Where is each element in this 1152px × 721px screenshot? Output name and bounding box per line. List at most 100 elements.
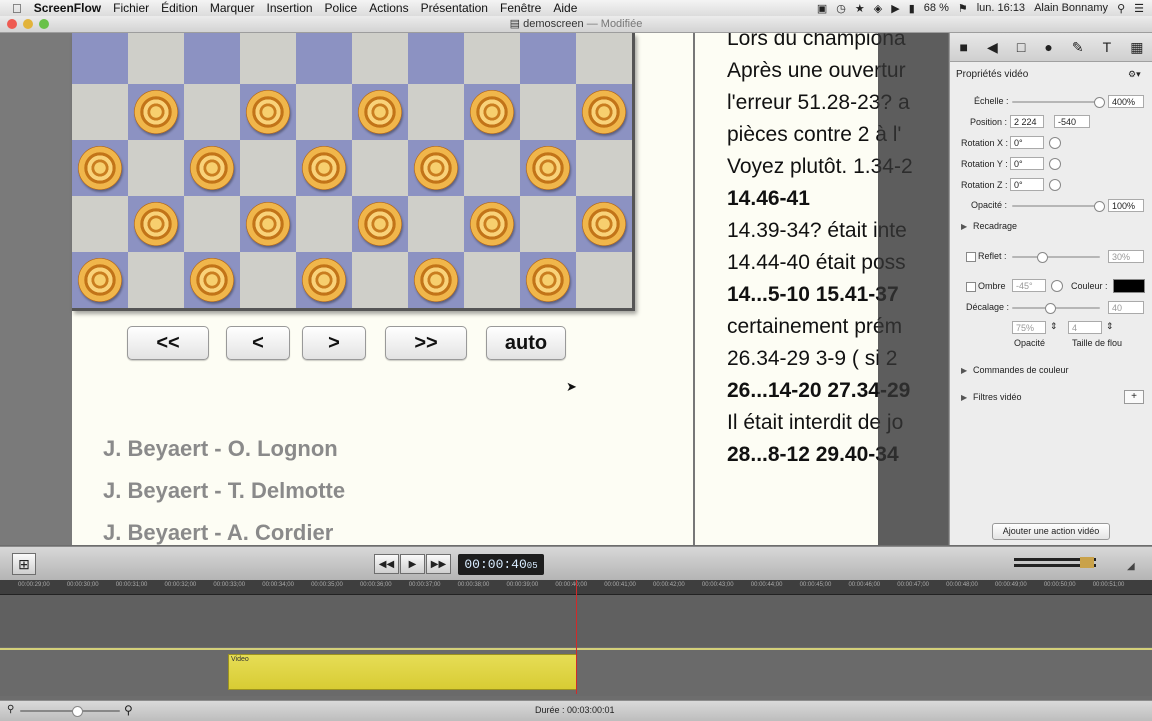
draughts-board[interactable] <box>72 33 635 311</box>
game-link-3[interactable]: J. Beyaert - A. Cordier <box>103 520 333 545</box>
screen-tab-icon[interactable]: □ <box>1017 39 1025 55</box>
board-square[interactable] <box>464 33 520 84</box>
board-square[interactable] <box>128 252 184 308</box>
bluetooth-icon[interactable]: ★ <box>855 2 865 15</box>
battery-level[interactable]: 68 % <box>924 2 949 14</box>
video-filters-section[interactable]: Filtres vidéo <box>973 392 1022 402</box>
board-square[interactable] <box>352 33 408 84</box>
rotation-z-dial[interactable] <box>1049 179 1061 191</box>
screen-icon[interactable]: ▣ <box>817 2 827 15</box>
audio-tab-icon[interactable]: ◀ <box>987 39 998 56</box>
menu-presentation[interactable]: Présentation <box>421 1 488 15</box>
position-x-field[interactable]: 2 224 <box>1010 115 1044 128</box>
shadow-angle-field[interactable]: -45° <box>1012 279 1046 292</box>
flag-icon[interactable]: ⚑ <box>958 2 968 15</box>
rotation-y-field[interactable]: 0° <box>1010 157 1044 170</box>
board-square[interactable] <box>408 33 464 84</box>
playhead[interactable] <box>576 580 577 694</box>
callout-tab-icon[interactable]: ● <box>1044 39 1052 55</box>
draughts-piece[interactable] <box>190 146 234 190</box>
game-link-2[interactable]: J. Beyaert - T. Delmotte <box>103 478 345 504</box>
video-tab-icon[interactable]: ■ <box>960 39 968 55</box>
scale-field[interactable]: 400% <box>1108 95 1144 108</box>
rotation-x-field[interactable]: 0° <box>1010 136 1044 149</box>
stepper-icon[interactable]: ⇕ <box>1106 321 1114 332</box>
opacity-slider[interactable] <box>1012 201 1105 212</box>
board-square[interactable] <box>576 33 632 84</box>
reflection-slider[interactable] <box>1012 252 1100 263</box>
apple-icon[interactable]:  <box>12 1 22 16</box>
draughts-piece[interactable] <box>78 146 122 190</box>
board-square[interactable] <box>464 252 520 308</box>
board-square[interactable] <box>352 252 408 308</box>
rotation-y-dial[interactable] <box>1049 158 1061 170</box>
close-window-button[interactable] <box>7 19 17 29</box>
reflection-checkbox[interactable] <box>966 252 976 262</box>
menu-fichier[interactable]: Fichier <box>113 1 149 15</box>
timeline-zoom-slider[interactable] <box>20 706 120 717</box>
wifi-icon[interactable]: ◈ <box>874 2 882 15</box>
menu-app[interactable]: ScreenFlow <box>34 1 101 15</box>
video-clip[interactable]: Video <box>228 654 577 690</box>
disclosure-triangle-icon[interactable]: ▶ <box>961 366 967 375</box>
menu-police[interactable]: Police <box>325 1 358 15</box>
opacity-field[interactable]: 100% <box>1108 199 1144 212</box>
board-square[interactable] <box>72 84 128 140</box>
draughts-piece[interactable] <box>526 258 570 302</box>
rewind-button[interactable]: ◀◀ <box>374 554 399 574</box>
draughts-piece[interactable] <box>414 258 458 302</box>
board-square[interactable] <box>184 33 240 84</box>
board-square[interactable] <box>576 140 632 196</box>
draughts-piece[interactable] <box>134 202 178 246</box>
board-square[interactable] <box>296 84 352 140</box>
board-square[interactable] <box>128 33 184 84</box>
draughts-piece[interactable] <box>470 90 514 134</box>
battery-icon[interactable]: ▮ <box>909 2 915 15</box>
draughts-piece[interactable] <box>526 146 570 190</box>
board-square[interactable] <box>240 140 296 196</box>
shadow-checkbox[interactable] <box>966 282 976 292</box>
board-square[interactable] <box>184 196 240 252</box>
board-square[interactable] <box>240 33 296 84</box>
menu-fenetre[interactable]: Fenêtre <box>500 1 541 15</box>
draughts-piece[interactable] <box>470 202 514 246</box>
offset-slider[interactable] <box>1012 303 1100 314</box>
opacity-slider-knob[interactable] <box>1094 201 1105 212</box>
previous-move-button[interactable]: < <box>226 326 290 360</box>
draughts-piece[interactable] <box>246 90 290 134</box>
disclosure-triangle-icon[interactable]: ▶ <box>961 222 967 231</box>
board-square[interactable] <box>352 140 408 196</box>
board-square[interactable] <box>408 196 464 252</box>
board-square[interactable] <box>576 252 632 308</box>
menu-insertion[interactable]: Insertion <box>267 1 313 15</box>
add-video-action-button[interactable]: Ajouter une action vidéo <box>992 523 1110 540</box>
draughts-piece[interactable] <box>358 90 402 134</box>
menu-aide[interactable]: Aide <box>553 1 577 15</box>
auto-play-button[interactable]: auto <box>486 326 566 360</box>
board-square[interactable] <box>240 252 296 308</box>
board-square[interactable] <box>520 196 576 252</box>
color-controls-section[interactable]: Commandes de couleur <box>973 365 1069 375</box>
reflection-field[interactable]: 30% <box>1108 250 1144 263</box>
draughts-piece[interactable] <box>302 258 346 302</box>
offset-field[interactable]: 40 <box>1108 301 1144 314</box>
rotation-x-dial[interactable] <box>1049 137 1061 149</box>
crop-icon[interactable]: ⊞ <box>12 553 36 575</box>
canvas-preview[interactable]: << < > >> auto ➤ J. Beyaert - O. Lognon … <box>0 33 948 545</box>
game-link-1[interactable]: J. Beyaert - O. Lognon <box>103 436 338 462</box>
media-tab-icon[interactable]: ▦ <box>1130 39 1143 56</box>
stepper-icon[interactable]: ⇕ <box>1050 321 1058 332</box>
time-machine-icon[interactable]: ◷ <box>836 2 846 15</box>
scale-slider-knob[interactable] <box>1094 97 1105 108</box>
volume-icon[interactable]: ▶ <box>891 2 899 15</box>
first-move-button[interactable]: << <box>127 326 209 360</box>
zoom-window-button[interactable] <box>39 19 49 29</box>
menu-edition[interactable]: Édition <box>161 1 198 15</box>
menu-marquer[interactable]: Marquer <box>210 1 255 15</box>
board-square[interactable] <box>408 84 464 140</box>
draughts-piece[interactable] <box>246 202 290 246</box>
zoom-in-icon[interactable]: ⚲ <box>124 703 133 717</box>
add-filter-button[interactable]: + <box>1124 390 1144 404</box>
reflection-slider-knob[interactable] <box>1036 252 1048 263</box>
last-move-button[interactable]: >> <box>385 326 467 360</box>
